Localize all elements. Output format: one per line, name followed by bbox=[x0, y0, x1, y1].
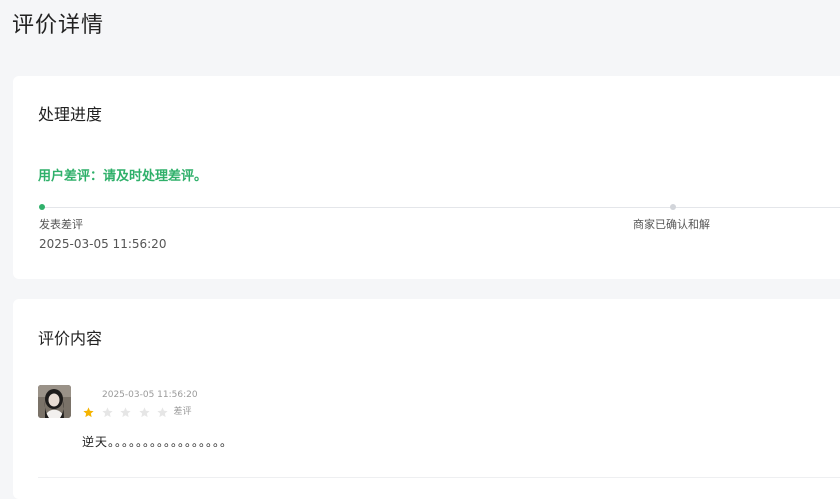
step-dot-settled bbox=[670, 204, 676, 210]
avatar-image bbox=[38, 385, 71, 418]
review-card: 评价内容 2025-03-05 11:56:20 差评 逆天。。。。。。。。。。… bbox=[13, 299, 840, 499]
rating-label: 差评 bbox=[173, 407, 192, 417]
star-icon-empty bbox=[101, 406, 113, 418]
review-section-title: 评价内容 bbox=[38, 329, 103, 348]
star-icon-empty bbox=[120, 406, 131, 418]
step-time-posted: 2025-03-05 11:56:20 bbox=[39, 237, 167, 251]
page-title: 评价详情 bbox=[12, 13, 105, 38]
divider bbox=[38, 477, 840, 478]
star-icon-empty bbox=[138, 406, 150, 418]
progress-status-text: 用户差评：请及时处理差评。 bbox=[38, 169, 208, 184]
review-time: 2025-03-05 11:56:20 bbox=[102, 390, 198, 400]
review-content: 逆天。。。。。。。。。。。。。。。。。 bbox=[82, 435, 234, 449]
step-label-posted: 发表差评 bbox=[39, 218, 83, 231]
step-label-settled: 商家已确认和解 bbox=[633, 218, 710, 231]
rating-stars: 差评 bbox=[83, 406, 192, 418]
progress-track bbox=[42, 207, 840, 208]
avatar bbox=[38, 385, 71, 418]
star-icon-filled bbox=[83, 406, 94, 418]
step-dot-posted bbox=[39, 204, 45, 210]
star-icon-empty bbox=[157, 406, 168, 418]
progress-card: 处理进度 用户差评：请及时处理差评。 发表差评 2025-03-05 11:56… bbox=[13, 76, 840, 279]
progress-section-title: 处理进度 bbox=[38, 105, 103, 124]
